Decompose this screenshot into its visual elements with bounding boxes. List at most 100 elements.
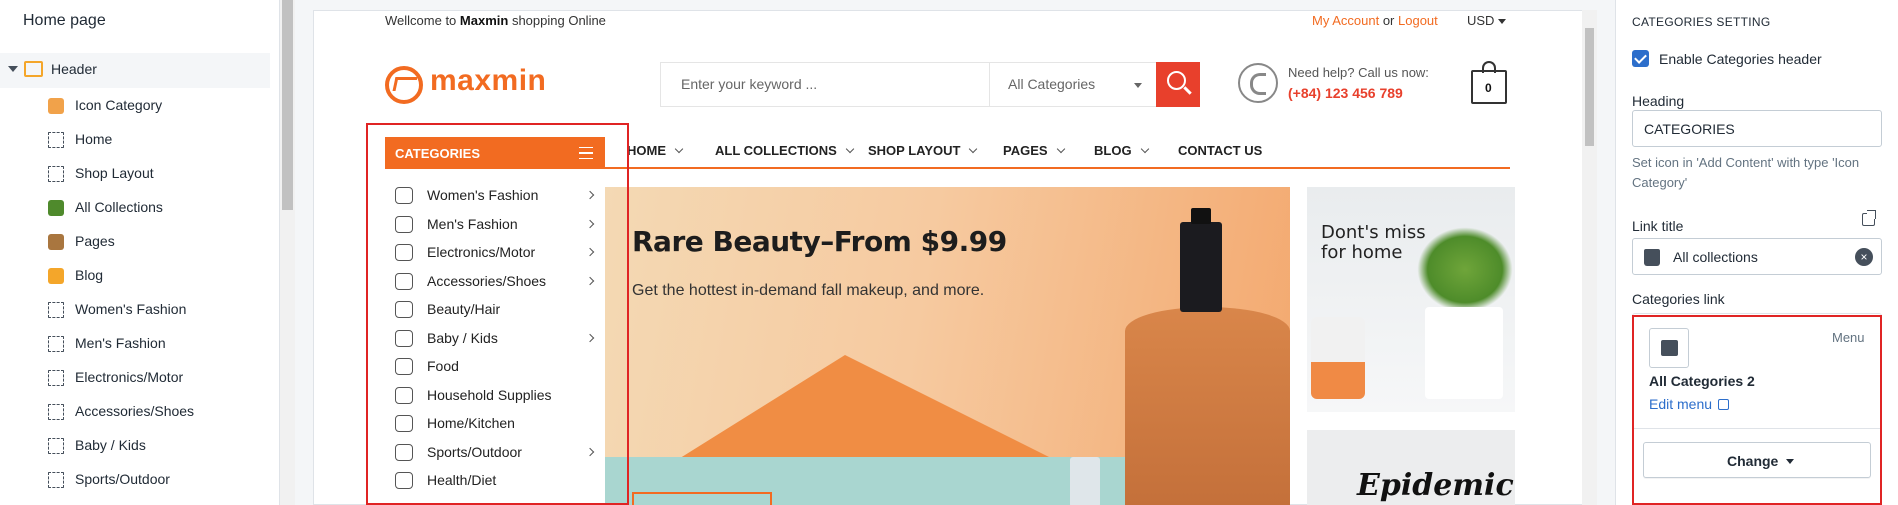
sidebar-item-label: All Collections <box>75 199 163 215</box>
dashed-square-icon <box>48 438 64 454</box>
hero-banner[interactable]: Rare Beauty–From $9.99 Get the hottest i… <box>605 187 1290 505</box>
highlight-box <box>1632 315 1882 505</box>
scrollbar-thumb[interactable] <box>1585 28 1594 146</box>
enable-categories-label[interactable]: Enable Categories header <box>1659 51 1822 67</box>
sidebar-item[interactable]: Pages <box>48 228 268 256</box>
sidebar-item[interactable]: Baby / Kids <box>48 432 268 460</box>
sections-sidebar: Home page Header Icon Category Home Shop L… <box>0 0 280 505</box>
sidebar-item[interactable]: Home <box>48 126 268 154</box>
enable-categories-checkbox[interactable] <box>1632 50 1649 67</box>
collections-image-icon <box>48 200 64 216</box>
side-banner-epidemic[interactable]: Epidemic <box>1307 430 1515 505</box>
nav-underline <box>605 167 1510 169</box>
sidebar-item[interactable]: All Collections <box>48 194 268 222</box>
chevron-down-icon[interactable] <box>1134 83 1142 88</box>
link-title-field[interactable]: All collections × <box>1632 238 1882 275</box>
sidebar-item-label: Men's Fashion <box>75 335 166 351</box>
search-input[interactable]: Enter your keyword ... <box>681 76 817 92</box>
sidebar-item-label: Sports/Outdoor <box>75 471 170 487</box>
sidebar-item[interactable]: Accessories/Shoes <box>48 398 268 426</box>
sidebar-item[interactable]: Sports/Outdoor <box>48 466 268 494</box>
search-divider <box>989 63 990 106</box>
welcome-text: Wellcome to Maxmin shopping Online <box>385 13 606 28</box>
perfume-bottle-image <box>1070 457 1100 505</box>
nav-item-label: PAGES <box>1003 143 1048 158</box>
chevron-down-icon <box>1056 144 1065 154</box>
sidebar-item[interactable]: Shop Layout <box>48 160 268 188</box>
logo-text[interactable]: maxmin <box>430 64 546 98</box>
welcome-brand: Maxmin <box>459 13 509 28</box>
perfume-bottle-image <box>1180 208 1222 312</box>
dashed-square-icon <box>48 166 64 182</box>
sidebar-item[interactable]: Men's Fashion <box>48 330 268 358</box>
nav-item[interactable]: HOME <box>627 143 684 158</box>
pages-image-icon <box>48 234 64 250</box>
nav-item[interactable]: BLOG <box>1094 143 1149 158</box>
icon-category-image-icon <box>48 98 64 114</box>
banner-shop-button[interactable] <box>632 492 772 505</box>
dashed-square-icon <box>48 336 64 352</box>
sidebar-item[interactable]: Electronics/Motor <box>48 364 268 392</box>
external-link-icon[interactable] <box>1862 210 1876 226</box>
nav-item[interactable]: PAGES <box>1003 143 1065 158</box>
preview-scrollbar[interactable] <box>1582 10 1597 505</box>
banner-subtext: Get the hottest in-demand fall makeup, a… <box>632 282 985 299</box>
caret-down-icon[interactable] <box>8 66 18 72</box>
hotline-number[interactable]: (+84) 123 456 789 <box>1288 85 1403 101</box>
dashed-square-icon <box>48 370 64 386</box>
help-text: Need help? Call us now: <box>1288 65 1429 80</box>
scrollbar-thumb[interactable] <box>282 0 293 210</box>
dashed-square-icon <box>48 132 64 148</box>
nav-item-label: ALL COLLECTIONS <box>715 143 837 158</box>
search-category-select[interactable]: All Categories <box>1008 76 1095 92</box>
sidebar-item-label: Baby / Kids <box>75 437 146 453</box>
sidebar-header-label: Header <box>51 61 97 77</box>
welcome-prefix: Wellcome to <box>385 13 457 28</box>
nav-item-label: BLOG <box>1094 143 1132 158</box>
logout-link[interactable]: Logout <box>1398 13 1438 28</box>
sidebar-item-label: Icon Category <box>75 97 163 113</box>
side-banner-home[interactable]: Dont's miss for home <box>1307 187 1515 412</box>
sidebar-item-label: Pages <box>75 233 115 249</box>
chevron-down-icon <box>1140 144 1149 154</box>
sidebar-item-label: Electronics/Motor <box>75 369 184 385</box>
plant-image <box>1417 227 1513 312</box>
dashed-square-icon <box>48 302 64 318</box>
dashed-square-icon <box>48 472 64 488</box>
link-title-label: Link title <box>1632 218 1684 234</box>
chevron-down-icon[interactable] <box>1498 19 1506 24</box>
clear-icon[interactable]: × <box>1855 248 1873 266</box>
sidebar-scrollbar[interactable] <box>280 0 295 505</box>
nav-item[interactable]: SHOP LAYOUT <box>868 143 978 158</box>
banner-heading: Rare Beauty–From $9.99 <box>632 225 1007 258</box>
side-banner-logo-text: Epidemic <box>1357 468 1514 503</box>
nav-item-label: HOME <box>627 143 666 158</box>
my-account-link[interactable]: My Account <box>1312 13 1379 28</box>
maxmin-logo-icon[interactable] <box>385 66 423 104</box>
sidebar-item[interactable]: Icon Category <box>48 92 268 120</box>
nav-item-label: CONTACT US <box>1178 143 1263 158</box>
cart-icon[interactable]: 0 <box>1471 61 1507 104</box>
search-button[interactable] <box>1156 62 1200 107</box>
phone-icon <box>1238 63 1278 103</box>
welcome-suffix: shopping Online <box>511 13 606 28</box>
search-bar: Enter your keyword ... All Categories <box>660 62 1200 107</box>
currency-selector[interactable]: USD <box>1467 13 1494 28</box>
pedestal-image <box>1125 307 1290 505</box>
heading-hint: Set icon in 'Add Content' with type 'Ico… <box>1632 155 1860 190</box>
link-title-value: All collections <box>1673 249 1758 265</box>
chevron-down-icon <box>674 144 684 154</box>
heading-input[interactable]: CATEGORIES <box>1632 110 1882 147</box>
collection-icon <box>1644 249 1660 266</box>
chevron-down-icon <box>969 144 978 154</box>
sidebar-item[interactable]: Blog <box>48 262 268 290</box>
nav-item[interactable]: ALL COLLECTIONS <box>715 143 855 158</box>
cart-count: 0 <box>1485 81 1492 95</box>
chevron-down-icon <box>845 144 855 154</box>
nav-item[interactable]: CONTACT US <box>1178 143 1262 158</box>
dashed-square-icon <box>48 404 64 420</box>
sidebar-item[interactable]: Women's Fashion <box>48 296 268 324</box>
section-title: CATEGORIES SETTING <box>1632 15 1771 29</box>
sidebar-item-label: Home <box>75 131 113 147</box>
sidebar-item-label: Accessories/Shoes <box>75 403 195 419</box>
